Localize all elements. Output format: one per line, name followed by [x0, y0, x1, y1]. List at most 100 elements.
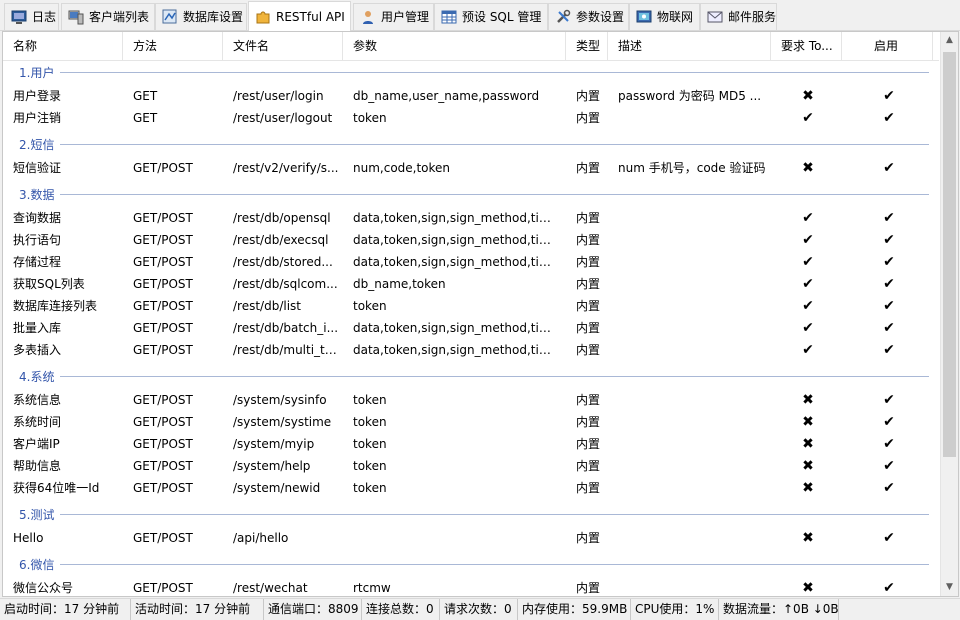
checkmark-icon[interactable]: ✔ — [874, 389, 904, 411]
cross-icon[interactable]: ✖ — [793, 527, 823, 549]
checkmark-icon[interactable]: ✔ — [874, 229, 904, 251]
table-row[interactable]: 数据库连接列表 GET/POST/rest/db/list token 内置 ✔ ✔ — [3, 295, 939, 317]
group-header[interactable]: 2.短信 — [3, 133, 939, 155]
group-divider — [60, 72, 929, 73]
group-header[interactable]: 3.数据 — [3, 183, 939, 205]
cell-file: /rest/db/batch_i... — [233, 321, 339, 335]
group-header[interactable]: 6.微信 — [3, 553, 939, 575]
column-header-desc[interactable]: 描述 — [608, 32, 771, 60]
cross-icon[interactable]: ✖ — [793, 389, 823, 411]
checkmark-icon[interactable]: ✔ — [793, 207, 823, 229]
cross-icon[interactable]: ✖ — [793, 433, 823, 455]
column-header-token[interactable]: 要求 To... — [771, 32, 842, 60]
group-title: 3.数据 — [19, 188, 55, 202]
checkmark-icon[interactable]: ✔ — [874, 477, 904, 499]
group-header[interactable]: 1.用户 — [3, 61, 939, 83]
checkmark-icon[interactable]: ✔ — [874, 577, 904, 596]
table-row[interactable]: 获得64位唯一Id GET/POST/system/newid token 内置 ✖ ✔ — [3, 477, 939, 499]
table-row[interactable]: 多表插入 GET/POST/rest/db/multi_ta... data,tok… — [3, 339, 939, 361]
cell-type: 内置 — [576, 481, 601, 495]
table-row[interactable]: 帮助信息 GET/POST/system/help token 内置 ✖ ✔ — [3, 455, 939, 477]
checkmark-icon[interactable]: ✔ — [874, 339, 904, 361]
tab-5[interactable]: 用户管理 — [353, 3, 434, 30]
cell-method: GET/POST — [133, 481, 193, 495]
group-title: 2.短信 — [19, 138, 55, 152]
checkmark-icon[interactable]: ✔ — [874, 107, 904, 129]
table-row[interactable]: 获取SQL列表 GET/POST/rest/db/sqlcom... db_name… — [3, 273, 939, 295]
checkmark-icon[interactable]: ✔ — [874, 273, 904, 295]
checkmark-icon[interactable]: ✔ — [874, 433, 904, 455]
cell-desc — [618, 433, 768, 455]
group-header[interactable]: 5.测试 — [3, 503, 939, 525]
table-row[interactable]: 系统信息 GET/POST/system/sysinfo token 内置 ✖ ✔ — [3, 389, 939, 411]
table-row[interactable]: 客户端IP GET/POST/system/myip token 内置 ✖ ✔ — [3, 433, 939, 455]
checkmark-icon[interactable]: ✔ — [874, 251, 904, 273]
tab-4[interactable]: RESTful API — [248, 1, 351, 31]
cell-params: data,token,sign,sign_method,time... — [353, 321, 560, 335]
checkmark-icon[interactable]: ✔ — [793, 229, 823, 251]
cell-name: 获取SQL列表 — [13, 277, 85, 291]
checkmark-icon[interactable]: ✔ — [874, 527, 904, 549]
column-header-name[interactable]: 名称 — [3, 32, 123, 60]
tab-8[interactable]: 物联网 — [629, 3, 700, 30]
table-row[interactable]: 微信公众号 GET/POST/rest/wechat rtcmw 内置 ✖ ✔ — [3, 577, 939, 596]
column-header-type[interactable]: 类型 — [566, 32, 608, 60]
table-row[interactable]: 查询数据 GET/POST/rest/db/opensql data,token,s… — [3, 207, 939, 229]
cell-params: token — [353, 393, 387, 407]
scroll-up-arrow-icon[interactable]: ▲ — [941, 32, 958, 49]
column-header-enabled[interactable]: 启用 — [842, 32, 933, 60]
cross-icon[interactable]: ✖ — [793, 477, 823, 499]
cell-desc — [618, 295, 768, 317]
scroll-thumb[interactable] — [943, 52, 956, 457]
cell-desc — [618, 107, 768, 129]
cell-name: 客户端IP — [13, 437, 60, 451]
checkmark-icon[interactable]: ✔ — [874, 455, 904, 477]
checkmark-icon[interactable]: ✔ — [793, 339, 823, 361]
group-divider — [60, 564, 929, 565]
table-row[interactable]: 系统时间 GET/POST/system/systime token 内置 ✖ ✔ — [3, 411, 939, 433]
checkmark-icon[interactable]: ✔ — [874, 411, 904, 433]
tab-9[interactable]: 邮件服务 — [700, 3, 777, 30]
cell-file: /rest/user/login — [233, 89, 324, 103]
checkmark-icon[interactable]: ✔ — [793, 107, 823, 129]
checkmark-icon[interactable]: ✔ — [874, 295, 904, 317]
cross-icon[interactable]: ✖ — [793, 85, 823, 107]
column-header-params[interactable]: 参数 — [343, 32, 566, 60]
table-row[interactable]: 用户登录 GET/rest/user/login db_name,user_name… — [3, 85, 939, 107]
checkmark-icon[interactable]: ✔ — [874, 207, 904, 229]
group-header[interactable]: 4.系统 — [3, 365, 939, 387]
cross-icon[interactable]: ✖ — [793, 577, 823, 596]
table-row[interactable]: 短信验证 GET/POST/rest/v2/verify/s... num,code… — [3, 157, 939, 179]
table-row[interactable]: 执行语句 GET/POST/rest/db/execsql data,token,s… — [3, 229, 939, 251]
cross-icon[interactable]: ✖ — [793, 157, 823, 179]
vertical-scrollbar[interactable]: ▲ ▼ — [940, 32, 958, 596]
table-row[interactable]: 存储过程 GET/POST/rest/db/stored... data,token… — [3, 251, 939, 273]
table-row[interactable]: 批量入库 GET/POST/rest/db/batch_i... data,toke… — [3, 317, 939, 339]
tab-1[interactable]: 日志 — [4, 3, 59, 30]
table-row[interactable]: Hello GET/POST/api/hello 内置 ✖ ✔ — [3, 527, 939, 549]
checkmark-icon[interactable]: ✔ — [874, 85, 904, 107]
checkmark-icon[interactable]: ✔ — [793, 273, 823, 295]
column-header-file[interactable]: 文件名 — [223, 32, 343, 60]
checkmark-icon[interactable]: ✔ — [874, 317, 904, 339]
tab-2[interactable]: 客户端列表 — [61, 3, 155, 30]
cell-file: /rest/user/logout — [233, 111, 333, 125]
checkmark-icon[interactable]: ✔ — [874, 157, 904, 179]
cell-method: GET/POST — [133, 255, 193, 269]
table-row[interactable]: 用户注销 GET/rest/user/logout token 内置 ✔ ✔ — [3, 107, 939, 129]
tab-7[interactable]: 参数设置 — [548, 3, 629, 30]
checkmark-icon[interactable]: ✔ — [793, 251, 823, 273]
column-header-method[interactable]: 方法 — [123, 32, 223, 60]
checkmark-icon[interactable]: ✔ — [793, 317, 823, 339]
group-divider — [60, 376, 929, 377]
cell-desc — [618, 455, 768, 477]
cell-method: GET/POST — [133, 437, 193, 451]
cell-desc — [618, 577, 768, 596]
tab-6[interactable]: 预设 SQL 管理 — [434, 3, 548, 30]
scroll-down-arrow-icon[interactable]: ▼ — [941, 579, 958, 596]
cross-icon[interactable]: ✖ — [793, 411, 823, 433]
cell-type: 内置 — [576, 161, 601, 175]
tab-3[interactable]: 数据库设置 — [155, 3, 247, 30]
cross-icon[interactable]: ✖ — [793, 455, 823, 477]
checkmark-icon[interactable]: ✔ — [793, 295, 823, 317]
